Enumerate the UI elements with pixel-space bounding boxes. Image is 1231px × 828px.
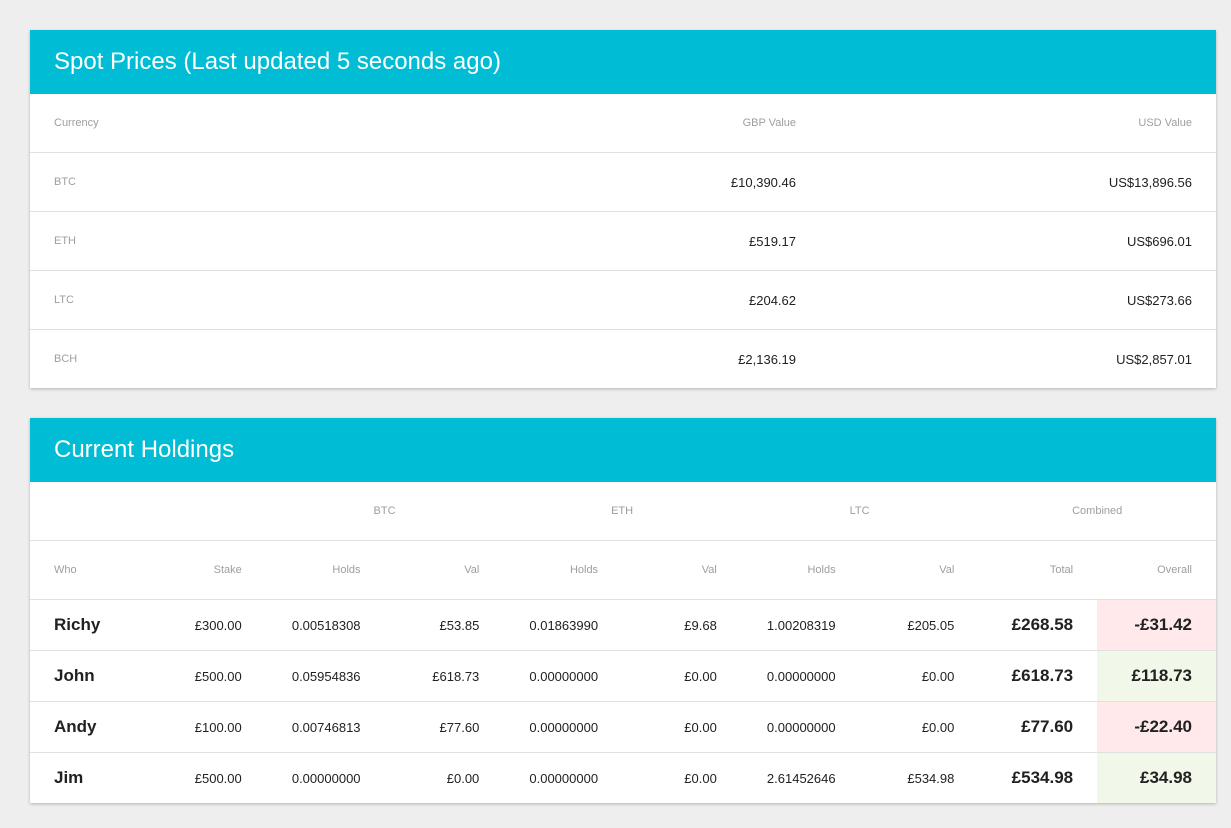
overall-cell: £118.73 bbox=[1097, 650, 1216, 702]
currency-cell: BTC bbox=[30, 152, 425, 212]
spot-prices-title: Spot Prices (Last updated 5 seconds ago) bbox=[30, 30, 1216, 94]
holds-cell: 1.00208319 bbox=[740, 599, 860, 651]
stake-cell: £500.00 bbox=[147, 650, 266, 702]
total-cell: £268.58 bbox=[978, 599, 1098, 651]
col-holds: Holds bbox=[740, 540, 860, 600]
currency-cell: LTC bbox=[30, 270, 425, 330]
group-empty bbox=[30, 482, 266, 541]
holds-cell: 0.00000000 bbox=[740, 701, 860, 753]
holdings-card: Current Holdings BTC ETH LTC Combined Wh… bbox=[30, 418, 1216, 803]
currency-cell: ETH bbox=[30, 211, 425, 271]
total-cell: £534.98 bbox=[1011, 768, 1074, 787]
spot-prices-table: Currency GBP Value USD Value BTC £10,390.… bbox=[30, 94, 1216, 388]
group-header-row: BTC ETH LTC Combined bbox=[30, 482, 1216, 541]
table-row: Jim £500.00 0.00000000 £0.00 0.00000000 £0.00… bbox=[30, 752, 1216, 803]
stake-cell: £100.00 bbox=[147, 701, 266, 753]
holds-cell: 2.61452646 bbox=[766, 770, 836, 786]
holds-cell: 0.00000000 bbox=[291, 770, 361, 786]
table-row: John £500.00 0.05954836 £618.73 0.00000000 £0… bbox=[30, 650, 1216, 702]
table-row: Andy £100.00 0.00746813 £77.60 0.00000000 £0.… bbox=[30, 701, 1216, 753]
holds-cell: 0.01863990 bbox=[503, 599, 623, 651]
col-total: Total bbox=[978, 540, 1098, 600]
col-val: Val bbox=[622, 540, 741, 600]
stake-cell: £300.00 bbox=[147, 599, 266, 651]
stake-cell: £500.00 bbox=[194, 770, 242, 786]
currency-cell: BCH bbox=[54, 353, 78, 365]
val-cell: £205.05 bbox=[859, 599, 979, 651]
table-row: BCH £2,136.19 US$2,857.01 bbox=[30, 330, 1216, 389]
col-val: Val bbox=[859, 540, 979, 600]
usd-value-cell: US$273.66 bbox=[820, 270, 1216, 330]
who-cell: John bbox=[30, 650, 147, 702]
overall-cell: -£22.40 bbox=[1097, 701, 1216, 753]
holds-cell: 0.00000000 bbox=[503, 701, 623, 753]
holdings-title: Current Holdings bbox=[30, 418, 1216, 482]
who-cell: Andy bbox=[30, 701, 147, 753]
gbp-value-cell: £10,390.46 bbox=[425, 152, 820, 212]
holds-cell: 0.00746813 bbox=[265, 701, 385, 753]
col-holds: Holds bbox=[265, 540, 385, 600]
val-cell: £0.00 bbox=[622, 650, 741, 702]
group-ltc: LTC bbox=[740, 482, 979, 541]
who-cell: Richy bbox=[30, 599, 147, 651]
usd-value-cell: US$696.01 bbox=[820, 211, 1216, 271]
col-holds: Holds bbox=[503, 540, 623, 600]
group-combined: Combined bbox=[978, 482, 1216, 541]
table-header-row: Currency GBP Value USD Value bbox=[30, 94, 1216, 153]
holds-cell: 0.05954836 bbox=[265, 650, 385, 702]
col-gbp: GBP Value bbox=[425, 94, 820, 153]
col-stake: Stake bbox=[147, 540, 266, 600]
val-cell: £77.60 bbox=[384, 701, 504, 753]
gbp-value-cell: £204.62 bbox=[425, 270, 820, 330]
table-header-row: Who Stake Holds Val Holds Val Holds Val Total Ove… bbox=[30, 540, 1216, 600]
holdings-table: BTC ETH LTC Combined Who Stake Holds Val Hol… bbox=[30, 482, 1216, 803]
overall-cell: £34.98 bbox=[1097, 752, 1216, 803]
val-cell: £0.00 bbox=[859, 701, 979, 753]
spot-prices-card: Spot Prices (Last updated 5 seconds ago)… bbox=[30, 30, 1216, 388]
usd-value-cell: US$13,896.56 bbox=[820, 152, 1216, 212]
col-who: Who bbox=[30, 540, 147, 600]
val-cell: £0.00 bbox=[622, 701, 741, 753]
group-btc: BTC bbox=[265, 482, 504, 541]
overall-cell: -£31.42 bbox=[1097, 599, 1216, 651]
val-cell: £53.85 bbox=[384, 599, 504, 651]
group-eth: ETH bbox=[503, 482, 741, 541]
holds-cell: 0.00000000 bbox=[529, 770, 599, 786]
table-row: BTC £10,390.46 US$13,896.56 bbox=[30, 152, 1216, 212]
val-cell: £618.73 bbox=[384, 650, 504, 702]
val-cell: £0.00 bbox=[446, 770, 480, 786]
table-row: ETH £519.17 US$696.01 bbox=[30, 211, 1216, 271]
who-cell: Jim bbox=[54, 768, 84, 787]
usd-value-cell: US$2,857.01 bbox=[1116, 351, 1192, 367]
gbp-value-cell: £2,136.19 bbox=[738, 351, 796, 367]
table-row: Richy £300.00 0.00518308 £53.85 0.01863990 £9… bbox=[30, 599, 1216, 651]
val-cell: £9.68 bbox=[622, 599, 741, 651]
col-currency: Currency bbox=[30, 94, 425, 153]
col-val: Val bbox=[384, 540, 504, 600]
col-usd: USD Value bbox=[820, 94, 1216, 153]
val-cell: £534.98 bbox=[907, 770, 955, 786]
total-cell: £618.73 bbox=[978, 650, 1098, 702]
gbp-value-cell: £519.17 bbox=[425, 211, 820, 271]
val-cell: £0.00 bbox=[684, 770, 717, 786]
holds-cell: 0.00518308 bbox=[265, 599, 385, 651]
col-overall: Overall bbox=[1097, 540, 1216, 600]
val-cell: £0.00 bbox=[859, 650, 979, 702]
holds-cell: 0.00000000 bbox=[503, 650, 623, 702]
holds-cell: 0.00000000 bbox=[740, 650, 860, 702]
table-row: LTC £204.62 US$273.66 bbox=[30, 270, 1216, 330]
total-cell: £77.60 bbox=[978, 701, 1098, 753]
